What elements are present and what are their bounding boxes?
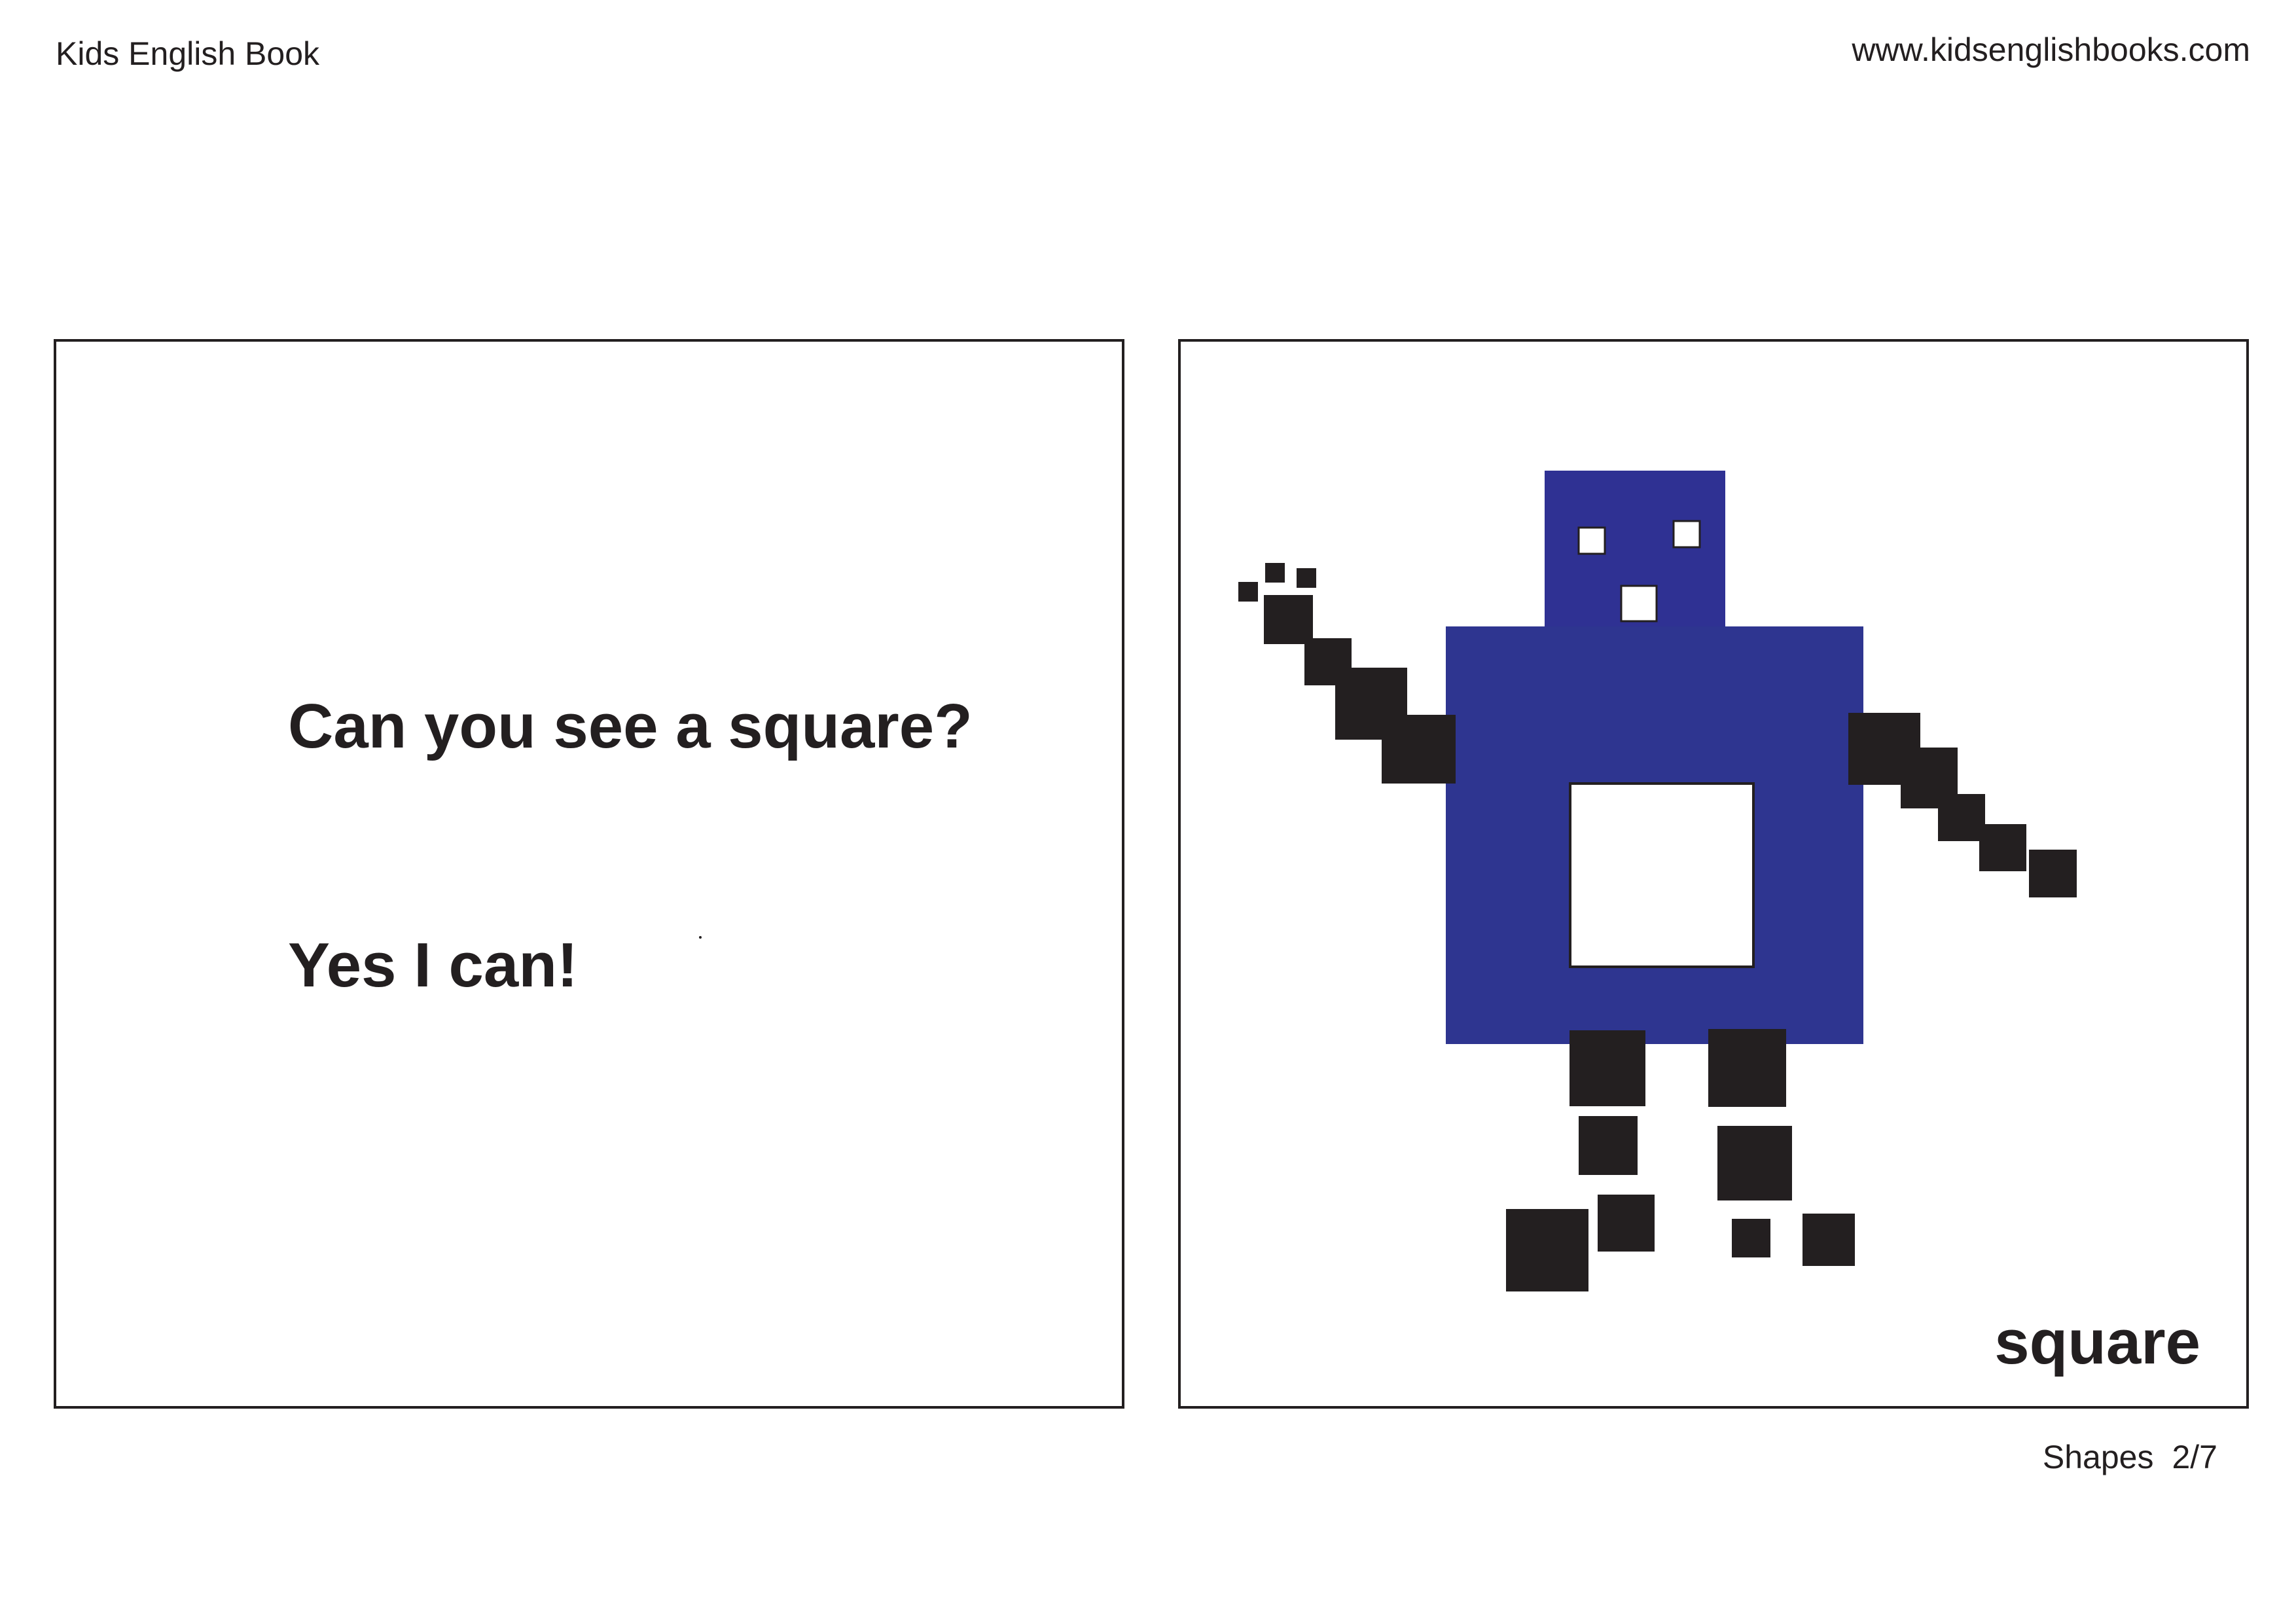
page-footer: Shapes 2/7 [2043,1437,2217,1477]
robot-left-arm [1238,563,1456,784]
question-text: Can you see a square? [288,691,973,761]
book-title: Kids English Book [56,35,320,72]
section-name: Shapes [2042,1439,2154,1475]
stray-dot [699,936,702,939]
robot-eye-right [1672,520,1701,549]
robot-left-leg [1506,1030,1655,1291]
robot-mouth [1620,585,1658,623]
website-url: www.kidsenglishbooks.com [1852,31,2250,68]
illustration-panel: square [1178,339,2249,1409]
text-panel: Can you see a square? Yes I can! [54,339,1124,1409]
answer-text: Yes I can! [288,930,578,1000]
vocabulary-word: square [1994,1307,2200,1377]
robot-right-arm [1848,713,2077,897]
robot-right-leg [1708,1029,1855,1266]
robot-illustration [1238,471,2077,1291]
robot-eye-left [1577,526,1606,555]
robot-chest-square [1569,782,1755,968]
page-number: 2/7 [2172,1439,2217,1475]
